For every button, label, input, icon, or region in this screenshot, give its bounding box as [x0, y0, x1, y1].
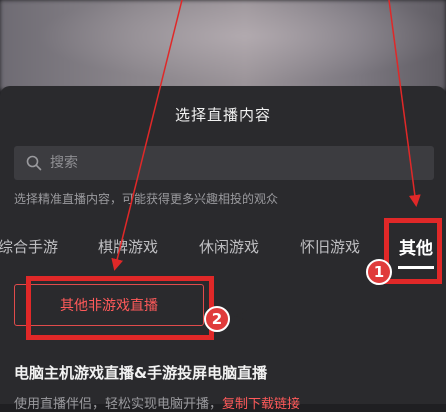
sheet-title: 选择直播内容 — [174, 106, 271, 124]
section-title: 电脑主机游戏直播&手游投屏电脑直播 — [14, 364, 268, 382]
highlight-box-other-tab — [384, 218, 442, 284]
search-icon — [26, 155, 42, 171]
description-text: 使用直播伴侣，轻松实现电脑开播， — [14, 397, 223, 412]
tab-casual-games[interactable]: 休闲游戏 — [199, 236, 259, 257]
section-description: 使用直播伴侣，轻松实现电脑开播，复制下载链接 — [14, 393, 300, 412]
tab-retro-games[interactable]: 怀旧游戏 — [300, 236, 360, 257]
highlight-box-non-game-chip — [26, 276, 214, 340]
search-input[interactable] — [50, 146, 420, 180]
annotation-marker-1: 1 — [366, 259, 392, 285]
tab-mobile-games[interactable]: 综合手游 — [0, 236, 58, 257]
annotation-marker-2: 2 — [204, 306, 230, 332]
copy-download-link[interactable]: 复制下载链接 — [222, 397, 300, 412]
search-bar[interactable] — [14, 146, 434, 180]
tab-board-games[interactable]: 棋牌游戏 — [98, 236, 158, 257]
hint-text: 选择精准直播内容，可能获得更多兴趣相投的观众 — [14, 192, 279, 206]
background-blur — [0, 0, 446, 90]
